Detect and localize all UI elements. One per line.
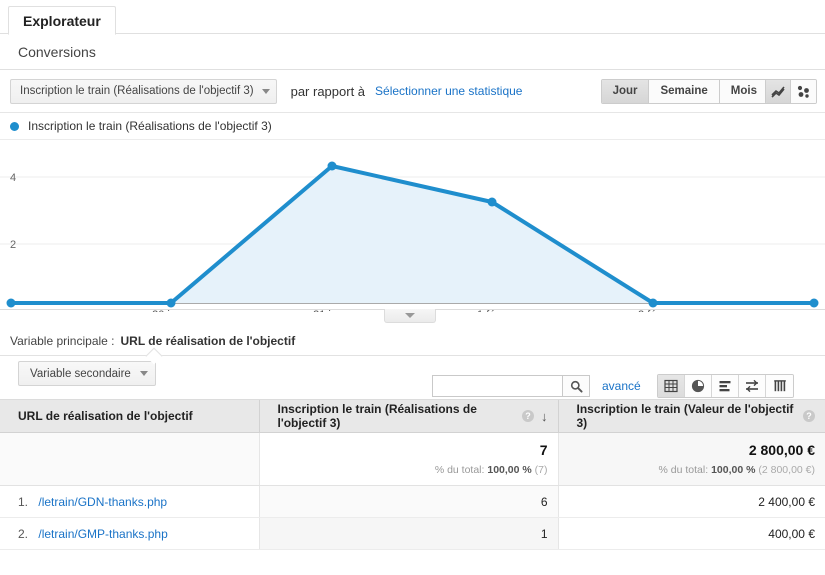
chevron-down-icon [261, 88, 270, 94]
header-metric-1[interactable]: Inscription le train (Réalisations de l'… [258, 399, 558, 433]
chart-point [327, 161, 337, 171]
comparison-view-icon[interactable] [739, 375, 766, 397]
search-input[interactable] [432, 375, 562, 397]
bar-chart-view-icon[interactable] [712, 375, 739, 397]
table-format-group [657, 374, 794, 398]
scatter-plot-icon[interactable] [791, 80, 816, 103]
chart-expand-handle[interactable] [384, 309, 436, 323]
row-url-link[interactable]: /letrain/GDN-thanks.php [38, 495, 167, 509]
header-dimension-label: URL de réalisation de l'objectif [18, 409, 193, 423]
visualization-group [765, 79, 817, 104]
row-index: 2. [18, 526, 29, 541]
help-icon[interactable]: ? [803, 410, 815, 422]
primary-variable-value[interactable]: URL de réalisation de l'objectif [121, 334, 296, 348]
summary-metric-2-cell: 2 800,00 € % du total: 100,00 % (2 800,0… [558, 432, 825, 486]
pct-prefix: % du total: [658, 464, 709, 476]
primary-variable-label: Variable principale : [10, 334, 115, 348]
row-dimension-cell: 1. /letrain/GDN-thanks.php [0, 485, 260, 518]
granularity-group: Jour Semaine Mois [600, 79, 769, 104]
help-icon[interactable]: ? [522, 410, 534, 422]
pie-chart-view-icon[interactable] [685, 375, 712, 397]
data-table: URL de réalisation de l'objectif Inscrip… [0, 399, 825, 550]
secondary-variable-label: Variable secondaire [30, 367, 131, 380]
metric-select[interactable]: Inscription le train (Réalisations de l'… [10, 78, 277, 104]
tab-strip: Explorateur [0, 0, 825, 35]
table-search [432, 375, 590, 397]
row-dimension-cell: 2. /letrain/GMP-thanks.php [0, 517, 260, 550]
table-view-icon[interactable] [658, 375, 685, 397]
granularity-mois[interactable]: Mois [719, 80, 768, 103]
chart-point [809, 298, 819, 308]
pct-value: 100,00 % [711, 464, 756, 476]
search-icon [570, 380, 583, 393]
header-metric-2-label: Inscription le train (Valeur de l'object… [576, 402, 794, 430]
pct-prefix: % du total: [434, 464, 485, 476]
row-metric-1-cell: 6 [259, 485, 559, 518]
header-dimension[interactable]: URL de réalisation de l'objectif [0, 399, 259, 433]
select-metric-link[interactable]: Sélectionner une statistique [375, 84, 522, 98]
summary-metric-1-cell: 7 % du total: 100,00 % (7) [259, 432, 559, 486]
secondary-variable-select[interactable]: Variable secondaire [18, 361, 156, 386]
table-summary-row: 7 % du total: 100,00 % (7) 2 800,00 € % … [0, 432, 825, 486]
primary-variable-row: Variable principale : URL de réalisation… [0, 327, 825, 355]
advanced-search-link[interactable]: avancé [602, 379, 641, 393]
granularity-jour[interactable]: Jour [601, 80, 650, 103]
search-button[interactable] [562, 375, 590, 397]
table-header-row: URL de réalisation de l'objectif Inscrip… [0, 399, 825, 433]
chevron-down-icon [139, 371, 148, 376]
row-metric-1-cell: 1 [259, 517, 559, 550]
chart-point [648, 298, 658, 308]
summary-metric-1-value: 7 [539, 442, 548, 458]
summary-metric-2-value: 2 800,00 € [748, 442, 815, 458]
chart-legend: Inscription le train (Réalisations de l'… [0, 113, 825, 140]
tab-explorateur[interactable]: Explorateur [8, 6, 116, 35]
table-row: 1. /letrain/GDN-thanks.php 6 2 400,00 € [0, 485, 825, 518]
metric-select-label: Inscription le train (Réalisations de l'… [20, 85, 254, 97]
summary-dimension-cell [0, 432, 260, 486]
page-title: Conversions [18, 43, 96, 60]
compare-label: par rapport à [290, 83, 366, 99]
sort-descending-icon[interactable]: ↓ [541, 410, 548, 423]
row-metric-2-cell: 400,00 € [558, 517, 825, 550]
chart-point [166, 298, 176, 308]
metric-toolbar: Inscription le train (Réalisations de l'… [0, 70, 825, 113]
chart-svg: 4 2 30 janv. 31 janv. 1 févr. 2 févr. [0, 161, 825, 312]
pct-paren: (7) [534, 464, 548, 476]
section-header: Conversions [0, 34, 825, 70]
table-row: 2. /letrain/GMP-thanks.php 1 400,00 € [0, 517, 825, 550]
pct-paren: (2 800,00 €) [758, 464, 815, 476]
legend-color-swatch [10, 121, 19, 131]
row-metric-2-cell: 2 400,00 € [558, 485, 825, 518]
summary-metric-2-pct: % du total: 100,00 % (2 800,00 €) [569, 464, 815, 476]
chart-point [6, 298, 16, 308]
pct-value: 100,00 % [487, 464, 532, 476]
y-tick-label: 2 [10, 239, 16, 251]
row-url-link[interactable]: /letrain/GMP-thanks.php [38, 527, 167, 541]
chart-area-fill [171, 166, 653, 303]
header-metric-1-label: Inscription le train (Réalisations de l'… [277, 402, 477, 430]
granularity-semaine[interactable]: Semaine [649, 80, 720, 103]
tab-label: Explorateur [23, 13, 101, 29]
legend-series-label: Inscription le train (Réalisations de l'… [28, 119, 272, 133]
row-index: 1. [18, 494, 29, 509]
y-tick-label: 4 [10, 172, 16, 184]
chevron-down-icon [405, 313, 415, 318]
pivot-view-icon[interactable] [766, 375, 793, 397]
header-metric-2[interactable]: Inscription le train (Valeur de l'object… [557, 399, 825, 433]
line-chart-icon[interactable] [766, 80, 791, 103]
summary-metric-1-pct: % du total: 100,00 % (7) [270, 464, 548, 476]
chart-point [487, 197, 497, 207]
timeline-chart[interactable]: 4 2 30 janv. 31 janv. 1 févr. 2 févr. [0, 140, 825, 312]
